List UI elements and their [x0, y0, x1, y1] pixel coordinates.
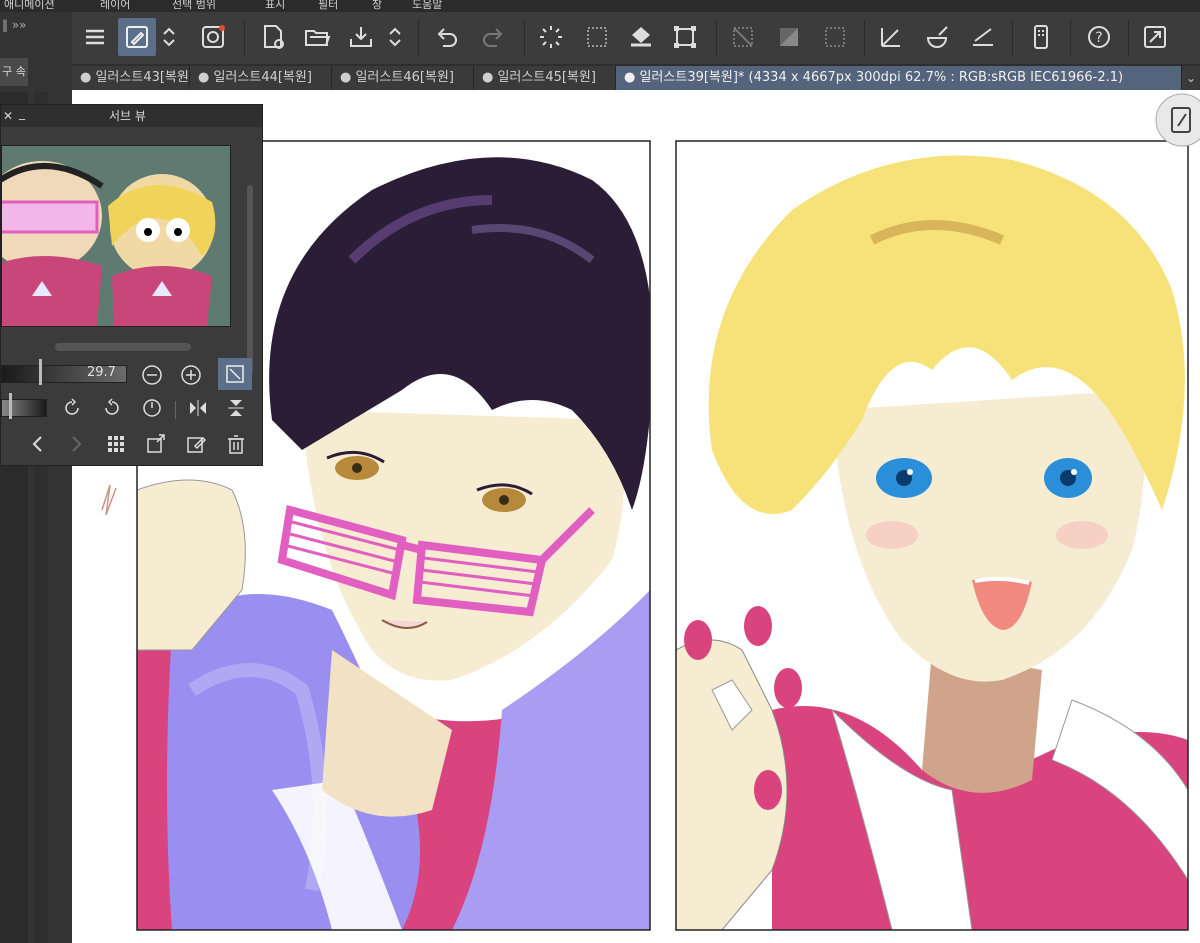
tab-illust-46[interactable]: ● 일러스트46[복원]: [332, 66, 474, 90]
clear-selection-icon[interactable]: [724, 18, 762, 56]
menu-item-filter[interactable]: 필터: [318, 0, 338, 12]
svg-text:?: ?: [1095, 30, 1102, 46]
toolbar-divider: [175, 401, 176, 419]
menu-icon[interactable]: [76, 18, 114, 56]
fit-view-icon[interactable]: [218, 358, 252, 390]
menu-item-selection[interactable]: 선택 범위: [172, 0, 216, 12]
pen-tool-icon[interactable]: [118, 18, 156, 56]
document-tab-bar: ● 일러스트43[복원] ● 일러스트44[복원] ● 일러스트46[복원] ●…: [72, 64, 1200, 90]
rotate-right-icon[interactable]: [97, 393, 127, 423]
grid-view-icon[interactable]: [101, 429, 131, 459]
save-icon[interactable]: [342, 18, 380, 56]
new-file-icon[interactable]: [254, 18, 292, 56]
edit-icon[interactable]: [181, 429, 211, 459]
chevron-down-icon[interactable]: ⌄: [1182, 66, 1200, 90]
zoom-value[interactable]: 29.7: [87, 365, 116, 380]
redo-icon[interactable]: [474, 18, 512, 56]
menu-item-animation[interactable]: 애니메이션: [4, 0, 55, 12]
menu-item-layer[interactable]: 레이어: [100, 0, 130, 12]
rotation-slider[interactable]: [1, 399, 47, 417]
open-folder-icon[interactable]: [298, 18, 336, 56]
import-image-icon[interactable]: [141, 429, 171, 459]
rotate-view-icon[interactable]: [1155, 93, 1200, 147]
fullscreen-icon[interactable]: [1136, 18, 1174, 56]
property-panel-label[interactable]: 구 속: [0, 58, 28, 86]
tab-illust-39[interactable]: ● 일러스트39[복원]* (4334 x 4667px 300dpi 62.7…: [616, 66, 1182, 90]
device-icon[interactable]: [1022, 18, 1060, 56]
tab-illust-45[interactable]: ● 일러스트45[복원]: [474, 66, 616, 90]
menu-bar: 애니메이션 레이어 선택 범위 표시 필터 창 도움말: [0, 0, 1200, 12]
menu-item-help[interactable]: 도움말: [412, 0, 442, 12]
undo-icon[interactable]: [428, 18, 466, 56]
menu-item-window[interactable]: 창: [372, 0, 382, 12]
rotate-left-icon[interactable]: [57, 393, 87, 423]
delete-icon[interactable]: [221, 429, 251, 459]
sub-view-title: 서브 뷰: [109, 109, 146, 123]
sub-view-titlebar[interactable]: ✕ _ 서브 뷰: [1, 105, 262, 127]
right-illustration-panel: [675, 140, 1189, 931]
zoom-in-icon[interactable]: [176, 360, 206, 390]
menu-item-view[interactable]: 표시: [265, 0, 285, 12]
loading-spinner-icon[interactable]: [532, 18, 570, 56]
vertical-scrollbar[interactable]: [247, 185, 253, 375]
flip-vertical-icon[interactable]: [221, 393, 251, 423]
tab-illust-43[interactable]: ● 일러스트43[복원]: [72, 66, 190, 90]
flip-horizontal-icon[interactable]: [183, 393, 213, 423]
ruler-icon[interactable]: [872, 18, 910, 56]
help-icon[interactable]: ?: [1080, 18, 1118, 56]
tab-illust-44[interactable]: ● 일러스트44[복원]: [190, 66, 332, 90]
selection-icon[interactable]: [578, 18, 616, 56]
zoom-out-icon[interactable]: [137, 360, 167, 390]
reset-rotation-icon[interactable]: [137, 393, 167, 423]
close-icon[interactable]: ✕: [3, 105, 13, 127]
minimize-icon[interactable]: _: [19, 102, 25, 124]
panel-collapse-icon[interactable]: ‖ »»: [2, 18, 27, 32]
rotation-slider-handle[interactable]: [9, 393, 12, 419]
companion-icon[interactable]: [194, 18, 232, 56]
next-image-icon[interactable]: [61, 429, 91, 459]
selection-border-icon[interactable]: [816, 18, 854, 56]
brush-icon[interactable]: [918, 18, 956, 56]
fill-bucket-icon[interactable]: [622, 18, 660, 56]
horizontal-scrollbar[interactable]: [55, 343, 191, 351]
invert-selection-icon[interactable]: [770, 18, 808, 56]
reference-image: [2, 146, 230, 326]
command-bar: ?: [72, 12, 1200, 65]
line-tool-icon[interactable]: [964, 18, 1002, 56]
sub-view-panel[interactable]: ✕ _ 서브 뷰 29.7: [0, 104, 263, 466]
chevron-updown-icon[interactable]: [384, 18, 406, 56]
zoom-slider-handle[interactable]: [39, 359, 42, 385]
chevron-updown-icon[interactable]: [158, 18, 180, 56]
reference-preview[interactable]: [1, 145, 231, 327]
transform-icon[interactable]: [666, 18, 704, 56]
previous-image-icon[interactable]: [23, 429, 53, 459]
